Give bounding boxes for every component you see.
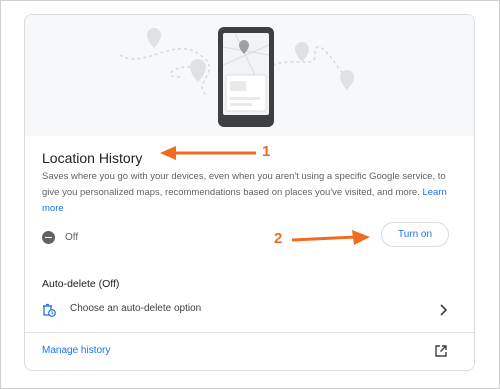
- status-row: Off: [42, 226, 78, 248]
- chevron-right-icon: [440, 304, 447, 316]
- auto-delete-option-row[interactable]: Choose an auto-delete option: [25, 299, 474, 321]
- phone-map-illustration: [119, 27, 354, 127]
- annotation-arrow-2: [291, 230, 370, 245]
- turn-on-button[interactable]: Turn on: [381, 222, 449, 247]
- divider: [25, 332, 474, 333]
- auto-delete-heading: Auto-delete (Off): [42, 278, 120, 290]
- annotation-marker-1: 1: [262, 143, 271, 160]
- annotation-marker-2: 2: [274, 230, 283, 247]
- hero-illustration: [25, 15, 474, 136]
- location-history-description: Saves where you go with your devices, ev…: [42, 169, 464, 217]
- page-title: Location History: [42, 150, 143, 166]
- open-in-new-icon[interactable]: [434, 344, 448, 358]
- description-text: Saves where you go with your devices, ev…: [42, 171, 446, 198]
- location-history-card: Location History Saves where you go with…: [24, 14, 475, 371]
- annotation-arrow-1: [160, 146, 256, 160]
- manage-history-link[interactable]: Manage history: [42, 345, 110, 356]
- auto-delete-option-label: Choose an auto-delete option: [70, 303, 202, 314]
- status-label: Off: [65, 231, 79, 243]
- auto-delete-icon: [43, 303, 56, 317]
- off-status-icon: [42, 230, 55, 244]
